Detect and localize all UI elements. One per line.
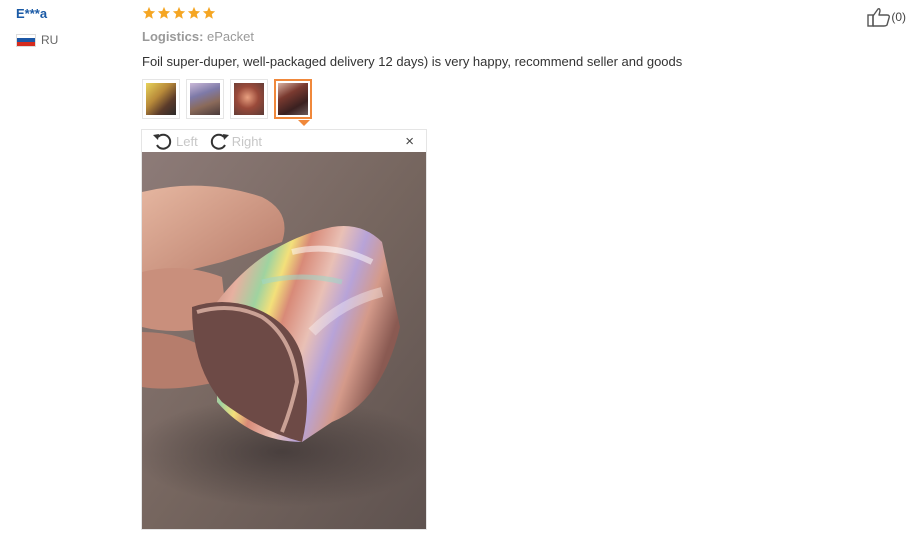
review-text: Foil super-duper, well-packaged delivery… [142,54,683,69]
thumbnail-1[interactable] [142,79,180,119]
review-photo-large [142,152,426,529]
star-icon [172,6,186,19]
russia-flag-icon [16,33,36,47]
thumbs-up-icon [867,8,891,27]
logistics-value: ePacket [207,29,255,44]
helpful-count: (0) [891,10,906,24]
logistics-info: Logistics: ePacket [142,29,254,44]
active-thumbnail-indicator [298,120,310,126]
star-icon [187,6,201,19]
star-icon [202,6,216,19]
thumbnail-2[interactable] [186,79,224,119]
holographic-foil-roll-image [142,152,426,529]
rotate-left-button[interactable]: Left [152,131,198,151]
viewer-toolbar: Left Right × [142,130,426,152]
rotate-right-label: Right [231,133,263,149]
reviewer-country: RU [16,33,58,47]
thumbnail-3[interactable] [230,79,268,119]
photo-viewer: Left Right × [141,129,427,530]
star-icon [142,6,156,19]
close-viewer-button[interactable]: × [405,133,414,150]
logistics-label: Logistics: [142,29,204,44]
star-icon [157,6,171,19]
reviewer-name[interactable]: E***a [16,6,47,21]
helpful-button[interactable]: (0) [867,7,906,27]
country-code: RU [41,33,59,47]
photo-thumbnails [142,79,312,119]
rotate-left-icon [153,133,172,150]
star-rating [142,6,216,20]
rotate-right-button[interactable]: Right [208,131,262,151]
rotate-right-icon [210,133,229,150]
thumbnail-4[interactable] [274,79,312,119]
rotate-left-label: Left [176,133,198,149]
